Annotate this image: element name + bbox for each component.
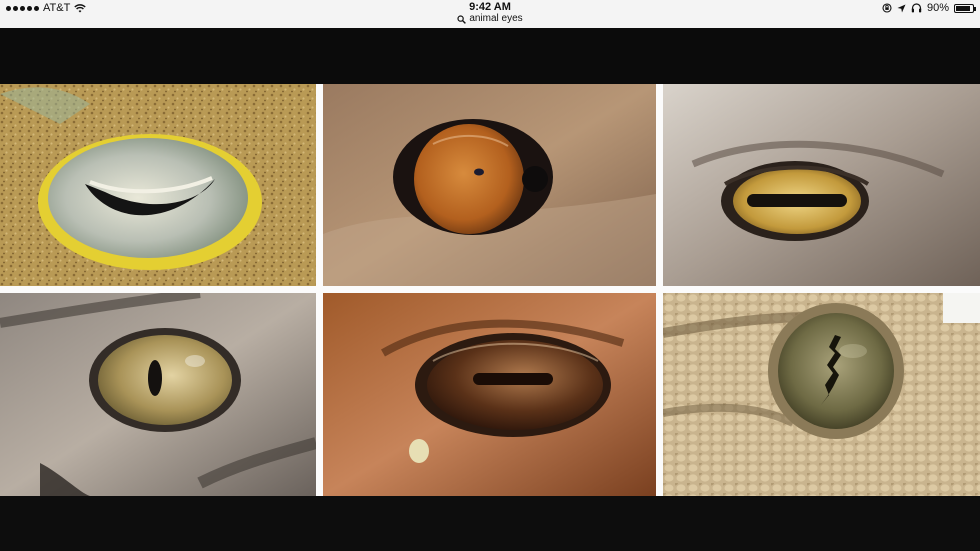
top-letterbox (0, 28, 980, 84)
bottom-letterbox (0, 496, 980, 551)
photo-horse-eye[interactable] (323, 293, 656, 496)
status-bar: AT&T 9:42 AM animal eyes 90% (0, 0, 980, 28)
clock: 9:42 AM (469, 1, 511, 13)
status-center: 9:42 AM animal eyes (0, 1, 980, 27)
search-query-text: animal eyes (469, 13, 523, 24)
cat-eye-illustration (0, 293, 316, 496)
battery-icon (954, 3, 976, 13)
status-right: 90% (882, 2, 976, 14)
screen-lock-icon (882, 3, 892, 13)
photo-cat-eye[interactable] (0, 293, 316, 496)
lion-eye-illustration (323, 84, 656, 286)
photo-goat-eye[interactable] (663, 84, 980, 286)
battery-percent: 90% (926, 2, 949, 14)
photo-grid (0, 84, 980, 496)
cuttlefish-eye-illustration (0, 84, 316, 286)
photo-lion-eye[interactable] (323, 84, 656, 286)
headphones-icon (911, 3, 922, 13)
horse-eye-illustration (323, 293, 656, 496)
goat-eye-illustration (663, 84, 980, 286)
photo-gecko-eye[interactable] (663, 293, 980, 496)
battery-fill (956, 5, 971, 11)
gecko-eye-illustration (663, 293, 980, 496)
search-icon (457, 14, 467, 24)
search-query-bar[interactable]: animal eyes (457, 13, 523, 25)
location-arrow-icon (897, 4, 906, 12)
photo-cuttlefish-eye[interactable] (0, 84, 316, 286)
